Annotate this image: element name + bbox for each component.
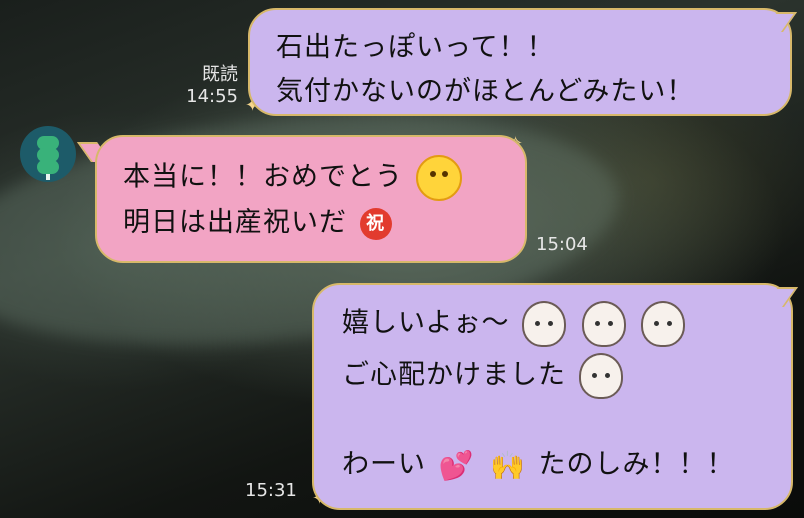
- message-bubble-received[interactable]: 本当に！！おめでとう 明日は出産祝いだ 祝: [95, 135, 527, 263]
- contact-avatar[interactable]: [20, 126, 76, 182]
- message-time: 15:31: [245, 480, 297, 501]
- blob-sticker-icon: [578, 353, 623, 399]
- message-line: 明日は出産祝いだ: [123, 207, 347, 238]
- message-line: 嬉しいよぉ〜: [342, 307, 510, 339]
- message-line: たのしみ！！！: [538, 449, 735, 480]
- read-receipt: 既読 14:55: [176, 64, 238, 108]
- party-emoji-icon: [415, 155, 462, 201]
- message-bubble-sent[interactable]: 嬉しいよぉ〜 ご心配かけました わーい 💕 🙌 たのしみ！！！: [312, 283, 793, 510]
- raised-hands-icon: 🙌: [490, 448, 526, 482]
- message-line: 石出たっぽいって！！: [276, 32, 555, 63]
- celebration-badge: 祝: [359, 207, 392, 240]
- message-line-row: 嬉しいよぉ〜: [342, 301, 763, 347]
- message-line-row: わーい 💕 🙌 たのしみ！！！: [342, 443, 763, 488]
- message-line: わーい: [342, 449, 426, 480]
- message-line: ご心配かけました: [342, 359, 566, 391]
- read-label: 既読: [202, 64, 238, 85]
- message-time: 14:55: [186, 86, 238, 107]
- message-line-row: ご心配かけました: [342, 353, 763, 399]
- blob-sticker-icon: [581, 301, 626, 347]
- heart-icon: 💕: [438, 448, 475, 482]
- message-line: 気付かないのがほとんどみたい！: [276, 76, 695, 107]
- message-time: 15:04: [536, 234, 588, 255]
- blob-sticker-icon: [522, 301, 567, 347]
- message-line: 本当に！！おめでとう: [123, 161, 403, 193]
- message-line-row: 本当に！！おめでとう: [123, 155, 499, 201]
- message-bubble-sent[interactable]: 石出たっぽいって！！ 気付かないのがほとんどみたい！: [248, 8, 792, 116]
- message-line-row: 明日は出産祝いだ 祝: [123, 201, 499, 245]
- blob-sticker-icon: [641, 301, 686, 347]
